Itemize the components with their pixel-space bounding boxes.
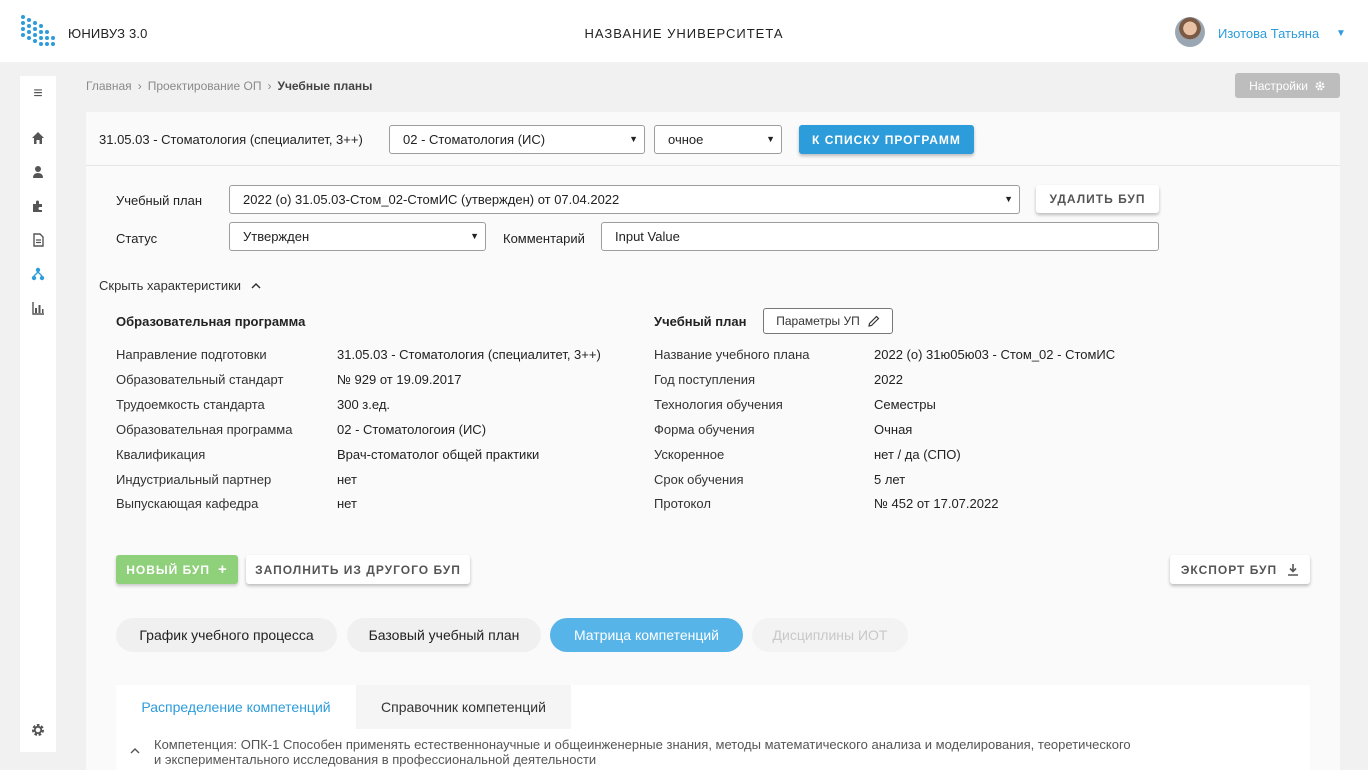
study-plan-key: Срок обучения <box>654 471 744 487</box>
program-title: 31.05.03 - Стоматология (специалитет, 3+… <box>99 132 363 147</box>
edu-program-value: 300 з.ед. <box>337 396 391 412</box>
top-bar: ЮНИВУЗ 3.0 НАЗВАНИЕ УНИВЕРСИТЕТА Изотова… <box>0 0 1368 62</box>
new-plan-label: НОВЫЙ БУП <box>126 562 211 577</box>
hide-characteristics-toggle[interactable]: Скрыть характеристики <box>99 278 261 293</box>
plus-icon: + <box>218 561 228 578</box>
study-plan-value: 2022 <box>874 371 903 387</box>
comment-field[interactable]: Input Value <box>601 222 1159 251</box>
study-plan-key: Название учебного плана <box>654 347 810 362</box>
edu-program-value: нет <box>337 471 357 487</box>
plan-params-button[interactable]: Параметры УП <box>763 308 893 334</box>
edu-program-value: № 929 от 19.09.2017 <box>337 371 462 387</box>
edu-program-value: 31.05.03 - Стоматология (специалитет, 3+… <box>337 347 601 362</box>
competence-item[interactable]: Компетенция: ОПК-1 Способен применять ес… <box>154 737 1334 767</box>
gear-icon <box>1315 81 1325 90</box>
delete-plan-button[interactable]: УДАЛИТЬ БУП <box>1036 185 1159 213</box>
study-plan-key: Год поступления <box>654 371 756 387</box>
gear-icon[interactable] <box>30 722 46 738</box>
chevron-up-icon <box>251 282 261 289</box>
study-plan-value: № 452 от 17.07.2022 <box>874 496 999 512</box>
university-name: НАЗВАНИЕ УНИВЕРСИТЕТА <box>584 26 784 41</box>
profile-select-value: 02 - Стоматология (ИС) <box>403 132 546 147</box>
edu-program-key: Индустриальный партнер <box>116 471 272 487</box>
profile-select[interactable]: 02 - Стоматология (ИС) ▼ <box>389 125 645 154</box>
edu-program-key: Трудоемкость стандарта <box>116 396 265 412</box>
edu-program-value: нет <box>337 496 357 512</box>
edu-program-title: Образовательная программа <box>116 314 306 329</box>
report-icon[interactable] <box>30 300 46 316</box>
chevron-down-icon: ▼ <box>629 134 638 144</box>
avatar[interactable] <box>1175 17 1205 47</box>
chevron-right-icon: › <box>137 79 142 93</box>
study-plan-value: Очная <box>874 421 913 437</box>
plan-select[interactable]: 2022 (о) 31.05.03-Стом_02-СтомИС (утверж… <box>229 185 1020 214</box>
breadcrumb-current: Учебные планы <box>277 79 373 93</box>
study-plan-key: Технология обучения <box>654 396 783 412</box>
plan-label: Учебный план <box>116 193 202 208</box>
tab-competence-matrix[interactable]: Матрица компетенций <box>550 618 743 652</box>
main-panel: 31.05.03 - Стоматология (специалитет, 3+… <box>86 112 1340 770</box>
puzzle-icon[interactable] <box>30 198 46 214</box>
competence-text-line1: Компетенция: ОПК-1 Способен применять ес… <box>154 737 1131 752</box>
breadcrumb: Главная › Проектирование ОП › Учебные пл… <box>86 79 372 93</box>
edu-program-key: Направление подготовки <box>116 347 267 362</box>
status-select-value: Утвержден <box>243 229 310 244</box>
breadcrumb-home[interactable]: Главная <box>86 79 132 93</box>
comment-label: Комментарий <box>503 231 585 246</box>
tab-schedule[interactable]: График учебного процесса <box>116 618 337 652</box>
status-label: Статус <box>116 231 158 246</box>
edu-program-key: Квалификация <box>116 446 206 462</box>
home-icon[interactable] <box>30 130 46 146</box>
plan-params-label: Параметры УП <box>776 314 860 328</box>
study-plan-value: нет / да (СПО) <box>874 446 961 462</box>
tab-base-plan[interactable]: Базовый учебный план <box>347 618 541 652</box>
tab-iot-disciplines: Дисциплины ИОТ <box>752 618 908 652</box>
sidebar: ≡ <box>20 76 56 752</box>
document-icon[interactable] <box>30 232 46 248</box>
fill-from-plan-button[interactable]: ЗАПОЛНИТЬ ИЗ ДРУГОГО БУП <box>246 555 470 584</box>
user-icon[interactable] <box>30 164 46 180</box>
status-select[interactable]: Утвержден ▼ <box>229 222 486 251</box>
export-plan-button[interactable]: ЭКСПОРТ БУП <box>1170 555 1310 584</box>
chevron-right-icon: › <box>267 79 272 93</box>
menu-icon[interactable]: ≡ <box>30 86 46 102</box>
comment-value: Input Value <box>615 229 680 244</box>
study-plan-value: 2022 (о) 31ю05ю03 - Стом_02 - СтомИС <box>874 347 1116 362</box>
plan-select-value: 2022 (о) 31.05.03-Стом_02-СтомИС (утверж… <box>243 192 620 207</box>
back-to-programs-button[interactable]: К СПИСКУ ПРОГРАММ <box>799 125 974 154</box>
user-menu-caret-icon[interactable]: ▼ <box>1336 28 1346 39</box>
user-name[interactable]: Изотова Татьяна <box>1218 26 1319 41</box>
study-plan-key: Форма обучения <box>654 421 755 437</box>
edu-program-key: Образовательный стандарт <box>116 371 284 387</box>
study-form-select[interactable]: очное ▼ <box>654 125 782 154</box>
chevron-up-icon[interactable] <box>130 747 140 755</box>
edu-program-value: Врач-стоматолог общей практики <box>337 446 540 462</box>
chevron-down-icon: ▼ <box>470 231 479 241</box>
settings-label: Настройки <box>1249 78 1308 93</box>
study-plan-value: Семестры <box>874 396 936 412</box>
structure-icon[interactable] <box>30 266 46 282</box>
edu-program-key: Образовательная программа <box>116 421 293 437</box>
toggle-label: Скрыть характеристики <box>99 278 242 293</box>
competence-text-line2: и экспериментального исследования в проф… <box>154 752 597 767</box>
download-icon <box>1288 564 1299 576</box>
settings-button[interactable]: Настройки <box>1235 73 1340 98</box>
study-plan-key: Ускоренное <box>654 446 725 462</box>
chevron-down-icon: ▼ <box>1004 194 1013 204</box>
edu-program-key: Выпускающая кафедра <box>116 496 259 512</box>
study-plan-value: 5 лет <box>874 471 906 487</box>
new-plan-button[interactable]: НОВЫЙ БУП + <box>116 555 238 584</box>
pencil-icon <box>868 315 880 327</box>
breadcrumb-section[interactable]: Проектирование ОП <box>148 79 262 93</box>
study-form-value: очное <box>668 132 704 147</box>
edu-program-value: 02 - Стоматологоия (ИС) <box>337 421 487 437</box>
program-header: 31.05.03 - Стоматология (специалитет, 3+… <box>86 112 1340 166</box>
subtab-distribution[interactable]: Распределение компетенций <box>116 685 356 729</box>
chevron-down-icon: ▼ <box>766 134 775 144</box>
study-plan-key: Протокол <box>654 496 711 512</box>
study-plan-title: Учебный план <box>654 314 747 329</box>
subtab-reference[interactable]: Справочник компетенций <box>356 685 571 729</box>
export-label: ЭКСПОРТ БУП <box>1180 562 1278 577</box>
